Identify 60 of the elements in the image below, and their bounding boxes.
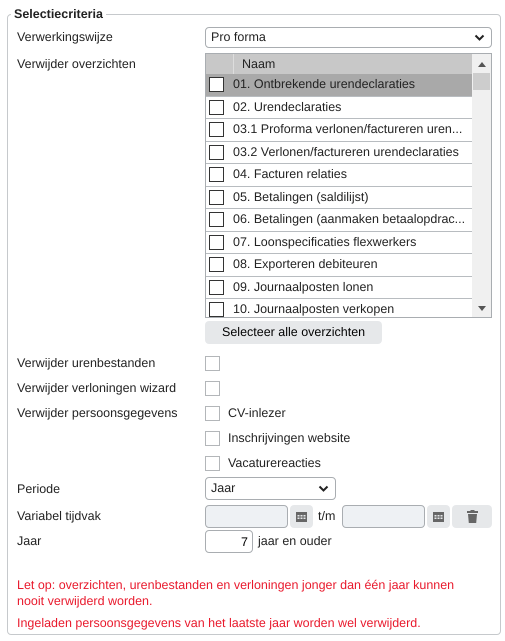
list-row[interactable]: 01. Ontbrekende urendeclaraties — [206, 74, 472, 96]
list-row[interactable]: 09. Journaalposten lonen — [206, 276, 472, 299]
checkbox[interactable] — [205, 431, 220, 446]
period-select[interactable]: Jaar — [205, 477, 336, 500]
checkbox[interactable] — [209, 280, 224, 295]
scroll-down-icon[interactable] — [478, 306, 486, 311]
chevron-down-icon — [474, 34, 485, 42]
checkbox[interactable] — [209, 167, 224, 182]
warning-text: Let op: overzichten, urenbestanden en verloningen jonger dan één jaar kunnen nooit verwijderd worden. — [17, 577, 456, 609]
checkbox[interactable] — [209, 234, 224, 250]
checkbox[interactable] — [205, 456, 220, 471]
checkbox-label: Vacaturereacties — [228, 455, 321, 472]
year-field[interactable]: 7 — [205, 530, 253, 553]
list-row[interactable]: 07. Loonspecificaties flexwerkers — [206, 232, 472, 254]
list-row[interactable]: 03.2 Verlonen/factureren urendeclaraties — [206, 142, 472, 164]
date-field[interactable] — [342, 505, 426, 528]
warning-text: Ingeladen persoonsgegevens van het laatste jaar worden wel verwijderd. — [17, 615, 422, 631]
checkbox[interactable] — [209, 212, 224, 228]
field-label: Variabel tijdvak — [17, 508, 102, 525]
field-label: Verwijder verloningen wizard — [17, 380, 178, 397]
list-row[interactable]: 05. Betalingen (saldilijst) — [206, 186, 472, 209]
checkbox[interactable] — [209, 257, 224, 272]
list-row[interactable]: 04. Facturen relaties — [206, 164, 472, 186]
field-label: Verwijder persoonsgegevens — [17, 405, 179, 422]
field-label: Periode — [17, 481, 62, 498]
calendar-button[interactable] — [290, 505, 313, 528]
calendar-icon — [433, 511, 444, 522]
checkbox-label: Inschrijvingen website — [228, 430, 350, 448]
unit-label: jaar en ouder — [258, 533, 332, 550]
scroll-up-icon[interactable] — [478, 62, 486, 67]
field-label: Verwijder urenbestanden — [17, 355, 156, 372]
delete-button[interactable] — [452, 505, 492, 528]
field-label: Verwijder overzichten — [17, 56, 137, 73]
calendar-button[interactable] — [427, 505, 450, 528]
calendar-icon — [296, 511, 307, 522]
scrollbar[interactable] — [472, 54, 491, 317]
field-label: Verwerkingswijze — [17, 29, 114, 46]
checkbox[interactable] — [209, 302, 224, 317]
list-row[interactable]: 06. Betalingen (aanmaken betaalopdrac... — [206, 209, 472, 232]
checkbox[interactable] — [205, 356, 220, 371]
checkbox[interactable] — [205, 381, 220, 396]
checkbox[interactable] — [209, 77, 224, 92]
list-row[interactable]: 03.1 Proforma verlonen/factureren uren... — [206, 119, 472, 142]
range-separator: t/m — [318, 508, 336, 526]
checkbox[interactable] — [209, 122, 224, 138]
column-header[interactable]: Naam — [234, 54, 276, 74]
checkbox-label: CV-inlezer — [228, 405, 286, 422]
checkbox[interactable] — [209, 100, 224, 115]
processing-select[interactable]: Pro forma — [205, 27, 492, 48]
date-field[interactable] — [205, 505, 288, 528]
list-row[interactable]: 02. Urendeclaraties — [206, 96, 472, 119]
select-all-button[interactable]: Selecteer alle overzichten — [205, 321, 382, 344]
chevron-down-icon — [318, 484, 329, 492]
scroll-thumb[interactable] — [473, 73, 490, 90]
trash-icon — [466, 510, 478, 523]
checkbox[interactable] — [209, 190, 224, 205]
list-row[interactable]: 08. Exporteren debiteuren — [206, 254, 472, 276]
checkbox[interactable] — [205, 406, 220, 421]
checkbox[interactable] — [209, 144, 224, 160]
field-label: Jaar — [17, 533, 42, 550]
